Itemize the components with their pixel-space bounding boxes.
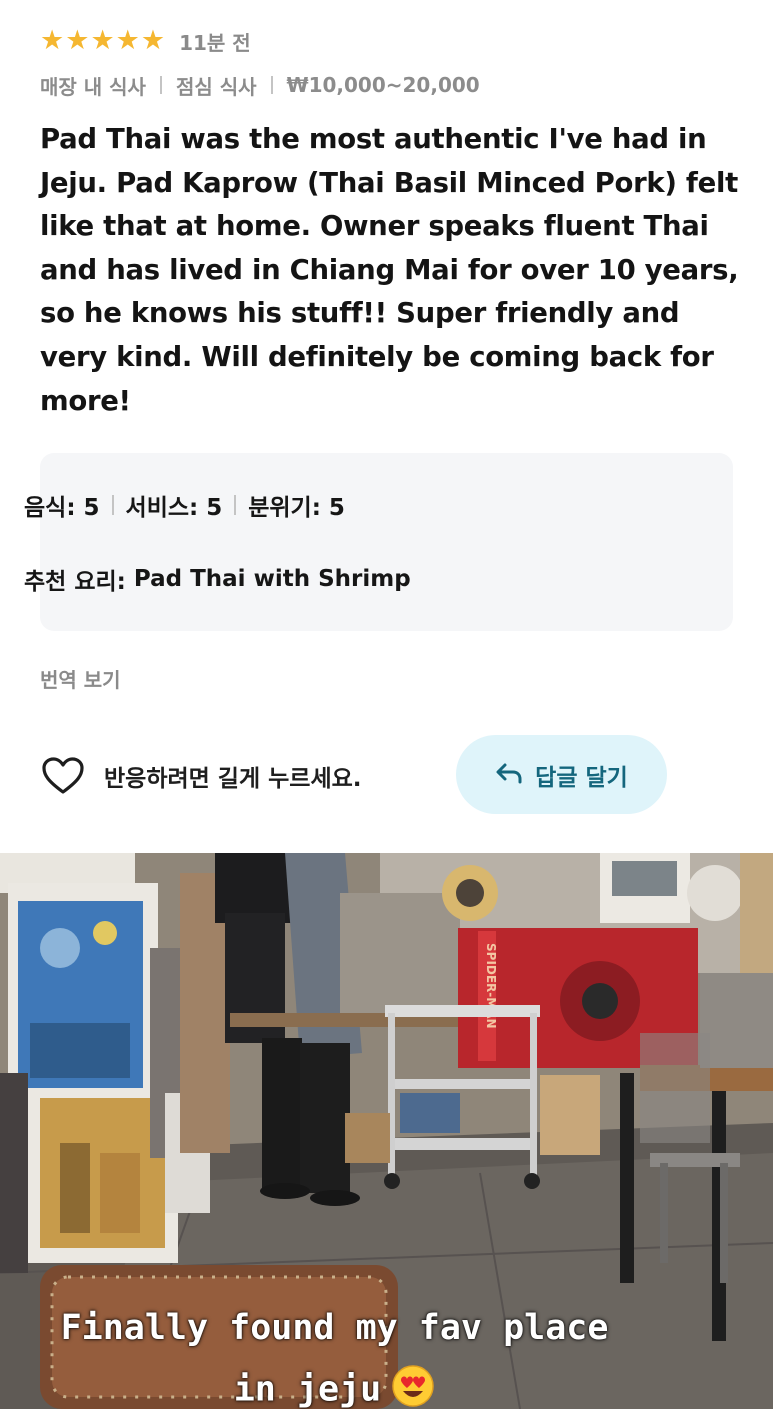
- recommended-line: 추천 요리: Pad Thai with Shrimp: [24, 562, 411, 596]
- photo-caption-line2-text: in jeju: [233, 1369, 382, 1409]
- star-icon: ★: [40, 25, 65, 56]
- atmosphere-score: 분위기: 5: [248, 495, 345, 521]
- recommended-label: 추천 요리:: [24, 569, 126, 595]
- meal-type: 점심 식사: [175, 74, 257, 99]
- reply-arrow-icon: [495, 762, 523, 788]
- star-icon: ★: [90, 25, 115, 56]
- heart-icon[interactable]: [42, 757, 84, 795]
- reply-button[interactable]: 답글 달기: [456, 735, 667, 814]
- dining-type: 매장 내 식사: [40, 74, 146, 99]
- divider: [270, 76, 273, 94]
- food-score: 음식: 5: [24, 495, 100, 521]
- review-card: ★ ★ ★ ★ ★ 11분 전 매장 내 식사 점심 식사 ₩10,000~20…: [0, 0, 773, 852]
- react-hint-label: 반응하려면 길게 누르세요.: [104, 766, 362, 792]
- review-photo[interactable]: SPIDER-MAN Finally found my fav place in…: [0, 853, 773, 1409]
- price-range: ₩10,000~20,000: [286, 73, 480, 97]
- review-text: Pad Thai was the most authentic I've had…: [40, 123, 739, 417]
- star-rating: ★ ★ ★ ★ ★: [40, 26, 165, 56]
- service-score: 서비스: 5: [125, 495, 223, 521]
- recommended-dish: Pad Thai with Shrimp: [133, 566, 411, 592]
- divider: [234, 495, 237, 515]
- react-hint[interactable]: 반응하려면 길게 누르세요.: [42, 754, 362, 798]
- photo-caption-line2: in jeju: [0, 1364, 721, 1409]
- review-summary-box: [40, 453, 733, 631]
- photo-caption-line1: Finally found my fav place: [60, 1308, 609, 1348]
- star-icon: ★: [65, 25, 90, 56]
- review-time: 11분 전: [179, 30, 251, 55]
- star-icon: ★: [140, 25, 166, 56]
- divider: [111, 495, 114, 515]
- reply-button-label: 답글 달기: [535, 764, 628, 791]
- score-line: 음식: 5 서비스: 5 분위기: 5: [24, 488, 345, 522]
- translate-link[interactable]: 번역 보기: [40, 664, 121, 693]
- review-meta: 매장 내 식사 점심 식사 ₩10,000~20,000: [40, 70, 480, 100]
- heart-eyes-emoji-icon: [391, 1364, 435, 1409]
- divider: [159, 76, 162, 94]
- rating-row: ★ ★ ★ ★ ★ 11분 전: [40, 26, 251, 56]
- star-icon: ★: [115, 25, 140, 56]
